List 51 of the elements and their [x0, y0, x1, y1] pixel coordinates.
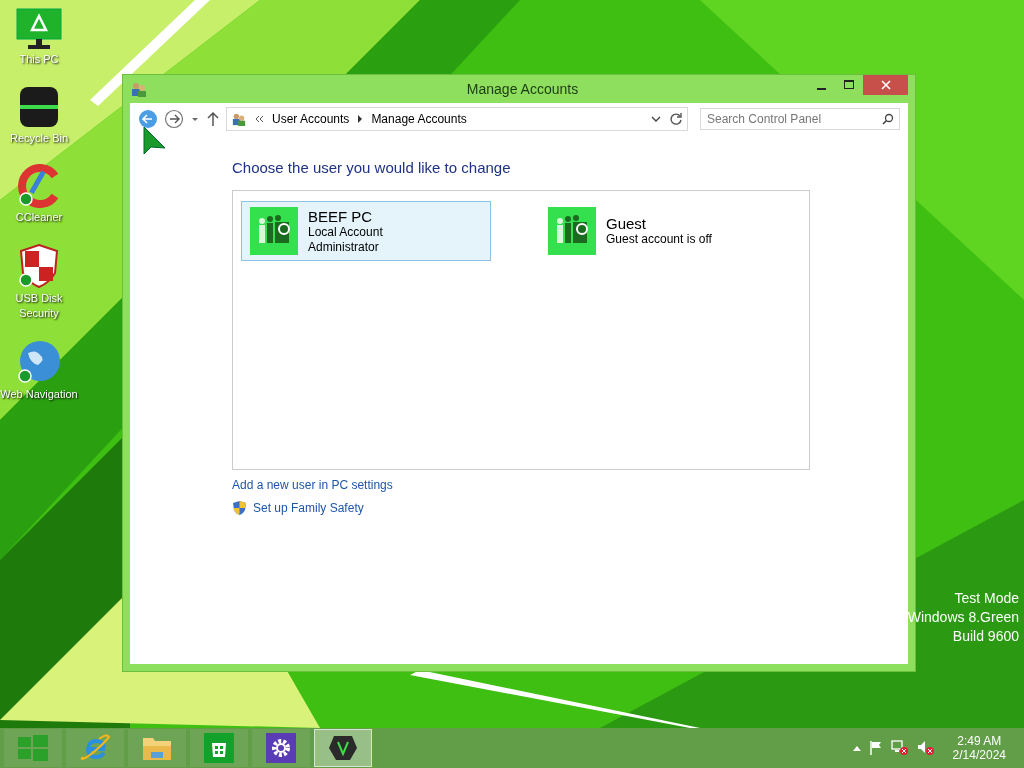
taskbar-app[interactable] [252, 729, 310, 767]
speaker-muted-icon[interactable] [916, 740, 935, 756]
refresh-icon[interactable] [669, 112, 683, 126]
flag-icon[interactable] [868, 740, 883, 756]
page-heading: Choose the user you would like to change [232, 159, 512, 176]
desktop-watermark-text: Windows 8.Green [907, 609, 1019, 625]
users-icon [231, 112, 247, 126]
maximize-icon [843, 80, 855, 90]
windows-logo-icon [18, 735, 48, 761]
account-tile[interactable]: BEEF PC Local Account Administrator [241, 201, 491, 261]
shield-icon [232, 500, 247, 516]
desktop-watermark-text: Build 9600 [952, 628, 1019, 644]
network-error-icon[interactable] [890, 740, 909, 756]
forward-icon[interactable] [164, 109, 184, 129]
minimize-icon [816, 88, 826, 90]
monitor-icon[interactable] [16, 8, 62, 50]
window-title: Manage Accounts [465, 81, 580, 97]
gem-icon [328, 734, 358, 762]
search-field[interactable]: Search Control Panel [700, 108, 900, 130]
bin-icon[interactable] [18, 85, 60, 129]
settings-icon [266, 733, 296, 763]
search-icon[interactable] [882, 113, 894, 125]
link[interactable]: Add a new user in PC settings [232, 478, 393, 492]
taskbar-app[interactable] [314, 729, 372, 767]
users-icon [130, 81, 148, 97]
account-tile[interactable]: Guest Guest account is off [539, 201, 789, 261]
account-name: BEEF PC [308, 207, 374, 225]
browser-icon [79, 733, 111, 763]
breadcrumb[interactable]: User Accounts [272, 112, 350, 126]
account-name: Guest [606, 215, 648, 232]
up-arrow-icon[interactable] [206, 111, 220, 127]
link[interactable]: Set up Family Safety [253, 501, 364, 515]
account-detail: Local Account [308, 224, 383, 240]
users-icon [548, 207, 596, 255]
breadcrumb[interactable]: Manage Accounts [371, 112, 467, 126]
account-detail: Administrator [308, 239, 380, 255]
double-chevron-icon[interactable] [255, 115, 264, 123]
cleaner-icon[interactable] [17, 164, 61, 208]
dropdown-icon[interactable] [651, 115, 661, 123]
account-detail: Guest account is off [606, 232, 712, 247]
store-icon [204, 733, 234, 763]
shield-icon[interactable] [17, 243, 61, 289]
desktop-watermark-text: Test Mode [954, 590, 1019, 606]
globe-icon[interactable] [16, 339, 62, 385]
chevron-icon[interactable] [357, 115, 364, 123]
start-button[interactable] [4, 729, 62, 767]
back-icon[interactable] [138, 109, 158, 129]
caret-icon[interactable] [852, 745, 861, 751]
address-bar[interactable]: User Accounts Manage Accounts [226, 107, 688, 131]
users-icon [250, 207, 298, 255]
close-icon [880, 80, 891, 90]
